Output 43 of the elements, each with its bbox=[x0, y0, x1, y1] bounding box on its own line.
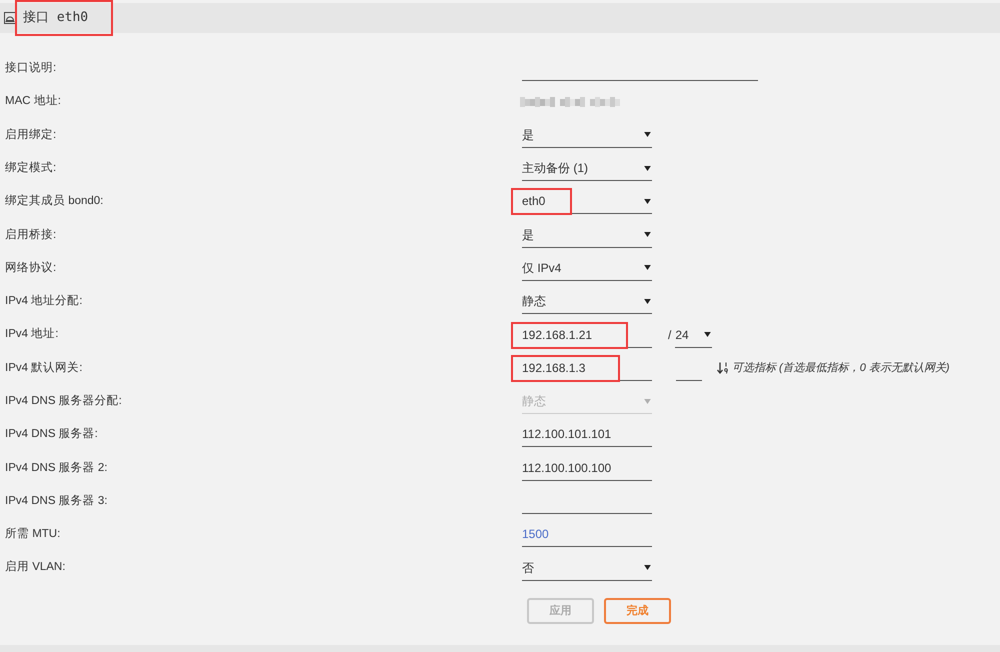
dropdown[interactable]: 否 bbox=[522, 556, 652, 581]
field-label: IPv4 地址: bbox=[4, 326, 60, 342]
interface-icon bbox=[4, 12, 16, 24]
text-field[interactable]: 112.100.100.100 bbox=[522, 456, 652, 481]
field-label: 绑定模式: bbox=[4, 160, 58, 176]
text-field[interactable]: 192.168.1.3 bbox=[522, 356, 652, 381]
caret-icon bbox=[644, 298, 651, 304]
prefix-separator: / bbox=[668, 327, 672, 344]
hint-text: 可选指标 (首选最低指标，0 表示无默认网关) bbox=[732, 360, 950, 376]
field-label: MAC 地址: bbox=[4, 94, 62, 110]
caret-icon bbox=[644, 565, 651, 570]
field-label: 接口说明: bbox=[4, 60, 58, 76]
caret-icon bbox=[644, 198, 651, 204]
dropdown[interactable]: 主动备份 (1) bbox=[522, 156, 652, 182]
caret-icon bbox=[644, 166, 651, 171]
dropdown[interactable]: eth0 bbox=[522, 189, 652, 214]
dropdown[interactable]: 仅 IPv4 bbox=[522, 256, 652, 281]
caret-icon bbox=[644, 398, 651, 404]
dropdown[interactable]: 是 bbox=[522, 222, 652, 248]
field-label: IPv4 默认网关: bbox=[4, 360, 84, 376]
text-field[interactable]: 112.100.101.101 bbox=[522, 422, 652, 448]
sort-numeric-icon bbox=[717, 362, 729, 374]
caret-icon bbox=[644, 232, 651, 238]
field-label: IPv4 DNS 服务器分配: bbox=[4, 394, 123, 409]
dropdown[interactable]: 是 bbox=[522, 122, 652, 148]
field-label: 启用 VLAN: bbox=[4, 560, 66, 576]
field-label: 绑定其成员 bond0: bbox=[4, 194, 104, 210]
panel-title: 接口 eth0 bbox=[23, 9, 88, 28]
text-field[interactable]: 192.168.1.21 bbox=[522, 322, 652, 348]
caret-icon bbox=[644, 132, 651, 138]
field-label: IPv4 DNS 服务器: bbox=[4, 426, 99, 442]
field-label: IPv4 DNS 服务器 3: bbox=[4, 494, 108, 509]
field-label: 所需 MTU: bbox=[4, 526, 62, 542]
field-label: 启用绑定: bbox=[4, 128, 58, 143]
dropdown[interactable]: 24 bbox=[675, 322, 712, 348]
dropdown[interactable]: 静态 bbox=[522, 289, 652, 314]
field-label: 启用桥接: bbox=[4, 228, 58, 242]
field-label: IPv4 地址分配: bbox=[4, 294, 84, 310]
caret-icon bbox=[704, 332, 712, 338]
field-label: 网络协议: bbox=[4, 260, 58, 276]
caret-icon bbox=[644, 265, 651, 270]
field-label: IPv4 DNS 服务器 2: bbox=[4, 460, 108, 476]
text-field[interactable]: 1500 bbox=[522, 522, 652, 548]
